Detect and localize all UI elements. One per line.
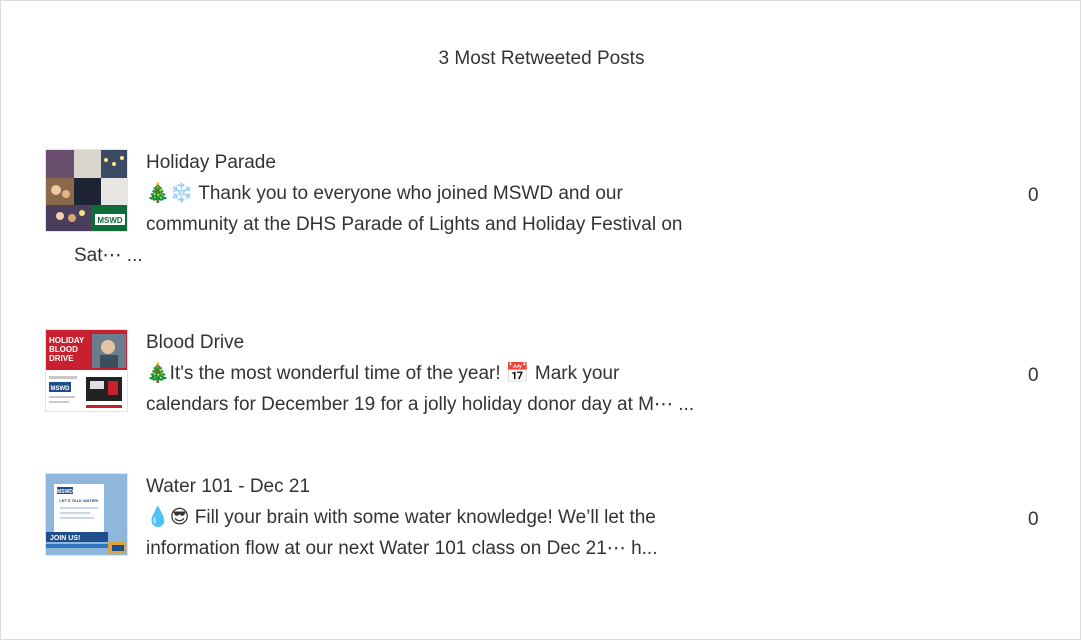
retweet-count: 0: [1028, 185, 1039, 206]
svg-text:MSWD: MSWD: [97, 216, 123, 225]
water-101-thumbnail[interactable]: MSWD LET'S TALK WATER! JOIN US!: [45, 473, 128, 556]
post-body: 💧😎 Fill your brain with some water knowl…: [146, 502, 846, 564]
retweet-count: 0: [1028, 509, 1039, 530]
svg-text:MSWD: MSWD: [57, 489, 73, 495]
post-body-line: 🎄❄️ Thank you to everyone who joined MSW…: [146, 183, 623, 204]
post-body-line: 💧😎 Fill your brain with some water knowl…: [146, 507, 656, 528]
svg-text:LET'S TALK WATER!: LET'S TALK WATER!: [59, 498, 98, 503]
post-title[interactable]: Holiday Parade: [146, 149, 276, 177]
water-class-flyer-icon: MSWD LET'S TALK WATER! JOIN US!: [46, 474, 127, 555]
svg-text:JOIN US!: JOIN US!: [50, 535, 80, 542]
post-body-line: calendars for December 19 for a jolly ho…: [146, 394, 695, 415]
svg-text:MSWD: MSWD: [51, 386, 71, 392]
holiday-parade-thumbnail[interactable]: MSWD: [45, 149, 128, 232]
post-body-line: 🎄It's the most wonderful time of the yea…: [146, 363, 620, 384]
post-body-line: community at the DHS Parade of Lights an…: [146, 214, 683, 235]
post-body: 🎄❄️ Thank you to everyone who joined MSW…: [74, 178, 846, 271]
post-body-line: Sat⋯ ...: [74, 245, 143, 266]
post-body-line: information flow at our next Water 101 c…: [146, 538, 658, 559]
svg-text:DRIVE: DRIVE: [49, 354, 74, 363]
blood-drive-flyer-icon: HOLIDAY BLOOD DRIVE MSWD: [46, 330, 127, 411]
svg-text:BLOOD: BLOOD: [49, 345, 78, 354]
post-title[interactable]: Blood Drive: [146, 329, 244, 357]
post-item-holiday-parade[interactable]: MSWD Holiday Parade 🎄❄️ Thank you to eve…: [45, 149, 1045, 289]
post-title[interactable]: Water 101 - Dec 21: [146, 473, 310, 501]
photo-collage-icon: MSWD: [46, 150, 127, 231]
blood-drive-thumbnail[interactable]: HOLIDAY BLOOD DRIVE MSWD: [45, 329, 128, 412]
post-item-water-101[interactable]: MSWD LET'S TALK WATER! JOIN US! Water 10…: [45, 473, 1045, 583]
post-body: 🎄It's the most wonderful time of the yea…: [146, 358, 846, 420]
widget-title: 3 Most Retweeted Posts: [438, 48, 645, 69]
svg-text:HOLIDAY: HOLIDAY: [49, 336, 85, 345]
post-item-blood-drive[interactable]: HOLIDAY BLOOD DRIVE MSWD Blood Drive 🎄It…: [45, 329, 1045, 439]
retweet-count: 0: [1028, 365, 1039, 386]
